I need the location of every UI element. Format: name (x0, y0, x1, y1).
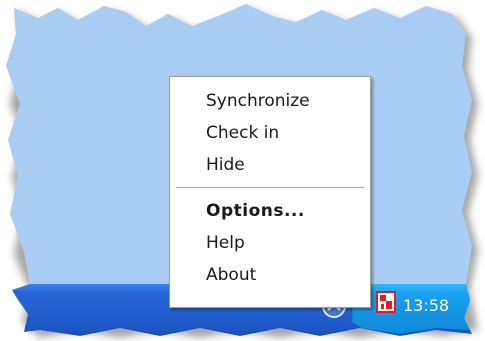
menu-item-options[interactable]: Options... (170, 195, 370, 227)
menu-item-about[interactable]: About (170, 259, 370, 291)
menu-item-hide[interactable]: Hide (170, 149, 370, 181)
menu-item-synchronize[interactable]: Synchronize (170, 85, 370, 117)
tray-clock[interactable]: 13:58 (403, 292, 449, 320)
menu-separator (176, 187, 364, 189)
tray-context-menu: Synchronize Check in Hide Options... Hel… (169, 76, 371, 308)
screenshot-canvas: 13:58 Synchronize Check in Hide Options.… (0, 0, 485, 341)
menu-item-help[interactable]: Help (170, 227, 370, 259)
menu-item-check-in[interactable]: Check in (170, 117, 370, 149)
app-tray-icon[interactable] (376, 291, 396, 313)
